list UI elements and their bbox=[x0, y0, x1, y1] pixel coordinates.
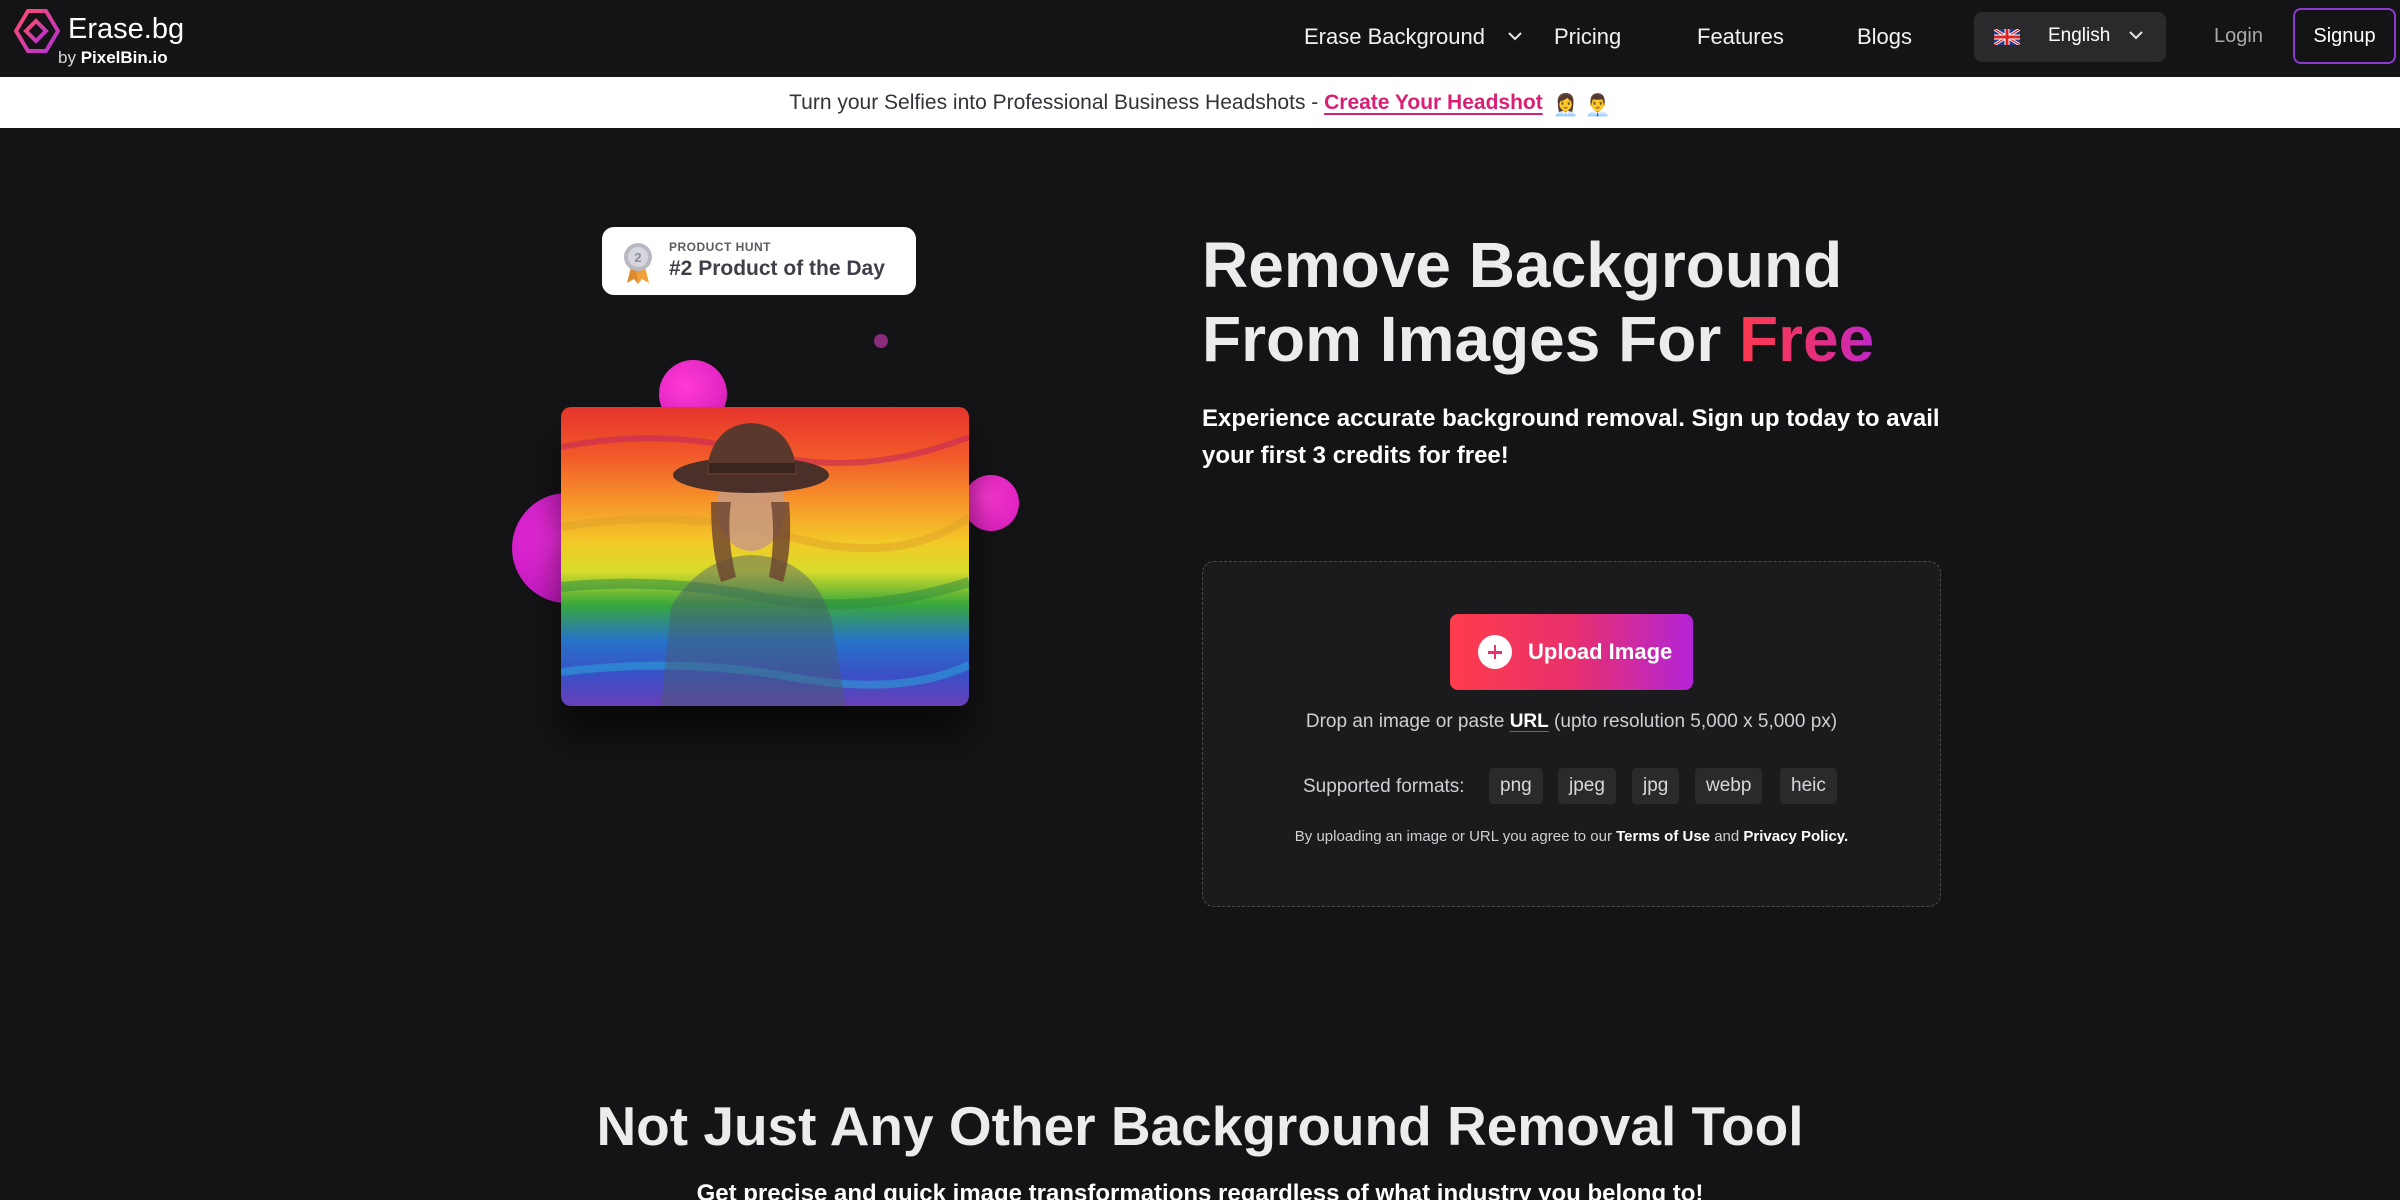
svg-text:2: 2 bbox=[634, 250, 641, 265]
login-link[interactable]: Login bbox=[2214, 25, 2263, 48]
plus-icon bbox=[1478, 635, 1512, 669]
format-chip-jpg: jpg bbox=[1632, 768, 1680, 804]
upload-image-button[interactable]: Upload Image bbox=[1450, 614, 1693, 690]
logo-name: Erase.bg bbox=[68, 13, 185, 45]
language-label: English bbox=[2048, 25, 2111, 46]
format-chip-webp: webp bbox=[1695, 768, 1763, 804]
nav-features[interactable]: Features bbox=[1697, 24, 1784, 50]
product-hunt-badge[interactable]: 2 PRODUCT HUNT #2 Product of the Day bbox=[602, 227, 916, 295]
decorative-bubble bbox=[874, 334, 888, 348]
top-nav-bar: Erase.bg by PixelBin.io Erase Background… bbox=[0, 0, 2400, 77]
privacy-policy-link[interactable]: Privacy Policy. bbox=[1743, 828, 1848, 845]
upload-image-label: Upload Image bbox=[1528, 639, 1673, 664]
erase-bg-logo[interactable]: Erase.bg by PixelBin.io bbox=[12, 9, 212, 67]
badge-source-label: PRODUCT HUNT bbox=[669, 240, 771, 254]
drop-instructions: Drop an image or paste URL (upto resolut… bbox=[1305, 711, 1838, 732]
promo-text: Turn your Selfies into Professional Busi… bbox=[789, 91, 1325, 114]
hero-heading-line1: Remove Background bbox=[1202, 229, 1843, 301]
chevron-down-icon bbox=[2129, 31, 2143, 40]
hero-subheading: Experience accurate background removal. … bbox=[1202, 405, 1940, 469]
hero-heading-line2: From Images For Free bbox=[1202, 303, 1875, 375]
section-heading: Not Just Any Other Background Removal To… bbox=[596, 1095, 1804, 1157]
logo-byline: by PixelBin.io bbox=[58, 48, 168, 67]
nav-pricing[interactable]: Pricing bbox=[1554, 24, 1621, 50]
format-chip-png: png bbox=[1489, 768, 1543, 804]
decorative-bubble bbox=[963, 475, 1019, 531]
format-chip-jpeg: jpeg bbox=[1558, 768, 1616, 804]
nav-erase-background-label: Erase Background bbox=[1304, 24, 1485, 49]
headshot-emojis: 👩‍💼 👨‍💼 bbox=[1552, 94, 1611, 117]
paste-url-link[interactable]: URL bbox=[1510, 711, 1549, 732]
upload-dropzone[interactable]: Upload Image Drop an image or paste URL … bbox=[1202, 561, 1941, 907]
nav-erase-background[interactable]: Erase Background bbox=[1304, 24, 1523, 50]
hero-heading: Remove Background From Images For Free bbox=[1202, 228, 2002, 376]
chevron-down-icon bbox=[1508, 32, 1522, 41]
nav-blogs[interactable]: Blogs bbox=[1857, 24, 1912, 50]
terms-of-use-link[interactable]: Terms of Use bbox=[1616, 828, 1710, 845]
section-subheading: Get precise and quick image transformati… bbox=[696, 1180, 1704, 1200]
language-selector[interactable]: English bbox=[1974, 12, 2166, 62]
create-headshot-link[interactable]: Create Your Headshot bbox=[1324, 91, 1543, 114]
badge-title: #2 Product of the Day bbox=[669, 257, 885, 280]
medal-icon: 2 bbox=[624, 243, 652, 284]
signup-button[interactable]: Signup bbox=[2293, 8, 2396, 64]
terms-notice: By uploading an image or URL you agree t… bbox=[1294, 828, 1849, 845]
erase-bg-logo-icon bbox=[13, 9, 60, 53]
hero-sample-image bbox=[561, 407, 969, 706]
promo-banner: Turn your Selfies into Professional Busi… bbox=[0, 77, 2400, 128]
supported-formats: Supported formats: png jpeg jpg webp hei… bbox=[1203, 768, 1940, 804]
woman-rainbow-photo bbox=[561, 407, 969, 706]
uk-flag-icon bbox=[1994, 29, 2020, 45]
hero-heading-highlight: Free bbox=[1739, 303, 1875, 375]
format-chip-heic: heic bbox=[1780, 768, 1837, 804]
formats-label: Supported formats: bbox=[1303, 776, 1465, 797]
